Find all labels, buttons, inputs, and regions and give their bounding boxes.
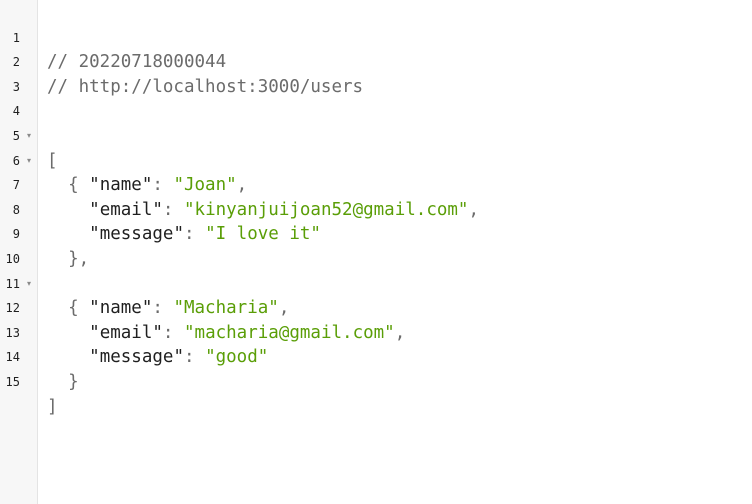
line-number: 15 — [5, 374, 20, 389]
code-line-4: 4 ▾ [ — [0, 75, 752, 170]
code-line-10: 10 ▾ { — [0, 222, 752, 318]
code-line-2: 2 // http://localhost:3000/users — [0, 26, 752, 97]
code-line-15: 15 ] — [0, 345, 752, 417]
code-line-8: 8 "message": "I love it" — [0, 173, 752, 245]
object-close-brace: } — [68, 371, 79, 392]
code-line-11: 11 "name": "Macharia", — [0, 247, 752, 319]
code-line-12: 12 "email": "macharia@gmail.com", — [0, 272, 752, 343]
code-line-9: 9 }, — [0, 198, 752, 269]
code-line-5: 5 ▾ { — [0, 99, 752, 195]
json-viewer: 1 // 20220718000044 2 // http://localhos… — [0, 0, 752, 504]
array-close-bracket: ] — [47, 396, 58, 417]
code-line-13: 13 "message": "good" — [0, 296, 752, 368]
code-line-3: 3 — [0, 50, 752, 94]
code-line-6: 6 "name": "Joan", — [0, 124, 752, 196]
code-line-1: 1 // 20220718000044 — [0, 1, 752, 73]
code-line-7: 7 "email": "kinyanjuijoan52@gmail.com", — [0, 149, 752, 220]
code-line-14: 14 } — [0, 321, 752, 392]
